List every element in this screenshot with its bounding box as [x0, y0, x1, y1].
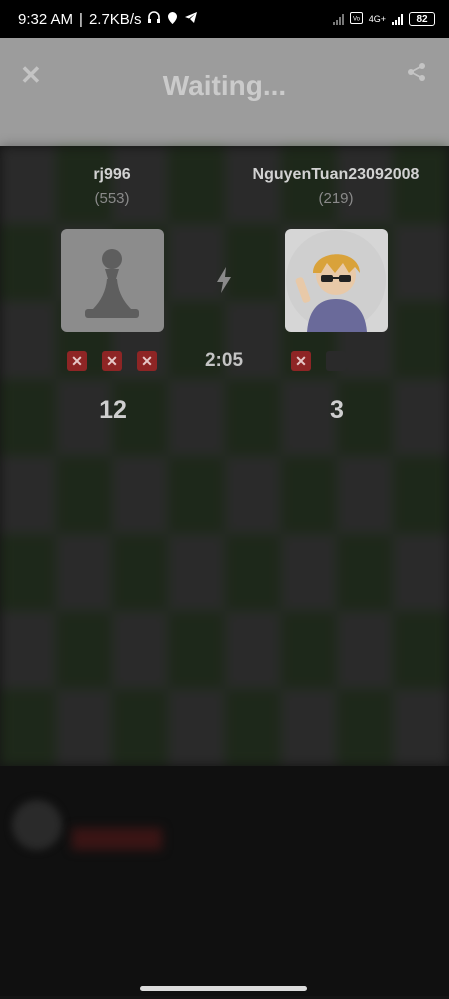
- location-icon: [167, 11, 178, 28]
- status-speed: 2.7KB/s: [88, 10, 142, 28]
- home-indicator[interactable]: [140, 986, 307, 991]
- right-player-info: NguyenTuan23092008 (219): [236, 166, 436, 207]
- right-player-rating: (219): [318, 190, 354, 207]
- status-time: 9:32 AM: [18, 10, 74, 28]
- left-player-rating: (553): [94, 190, 130, 207]
- share-icon[interactable]: [407, 62, 427, 87]
- telegram-icon: [184, 11, 198, 27]
- right-player-score: 3: [330, 396, 344, 424]
- volte-icon: Vo: [349, 11, 363, 27]
- bottom-label-blurred: [72, 828, 162, 850]
- right-player-avatar[interactable]: [285, 229, 388, 332]
- battery-indicator: 82: [409, 12, 435, 26]
- status-bar: 9:32 AM | 2.7KB/s Vo 4G+ 82: [0, 0, 449, 38]
- header-bar: ✕ Waiting...: [0, 38, 449, 146]
- result-loss-icon: ✕: [102, 351, 122, 371]
- result-loss-icon: ✕: [137, 351, 157, 371]
- right-player-results: ✕: [291, 351, 381, 371]
- svg-text:Vo: Vo: [353, 16, 361, 22]
- left-player-name: rj996: [93, 166, 131, 183]
- game-timer: 2:05: [204, 350, 244, 371]
- anime-avatar-icon: [286, 230, 386, 332]
- left-player-score: 12: [99, 396, 127, 424]
- signal-sim2-icon: [392, 13, 403, 25]
- right-player-name: NguyenTuan23092008: [252, 166, 420, 183]
- result-empty-slot: [326, 351, 346, 371]
- lightning-bolt-icon: [214, 266, 234, 299]
- headphones-icon: [147, 11, 161, 27]
- bottom-avatar-blurred: [12, 800, 62, 850]
- bottom-panel-background: [0, 766, 449, 996]
- left-player-info: rj996 (553): [12, 166, 212, 207]
- left-player-avatar[interactable]: [61, 229, 164, 332]
- left-player-results: ✕ ✕ ✕: [67, 351, 157, 371]
- result-loss-icon: ✕: [291, 351, 311, 371]
- network-type: 4G+: [368, 14, 386, 24]
- page-title: Waiting...: [162, 70, 287, 101]
- result-empty-slot: [361, 351, 381, 371]
- status-separator: |: [79, 10, 83, 28]
- signal-sim1-icon: [332, 13, 344, 25]
- result-loss-icon: ✕: [67, 351, 87, 371]
- pawn-icon: [85, 249, 139, 318]
